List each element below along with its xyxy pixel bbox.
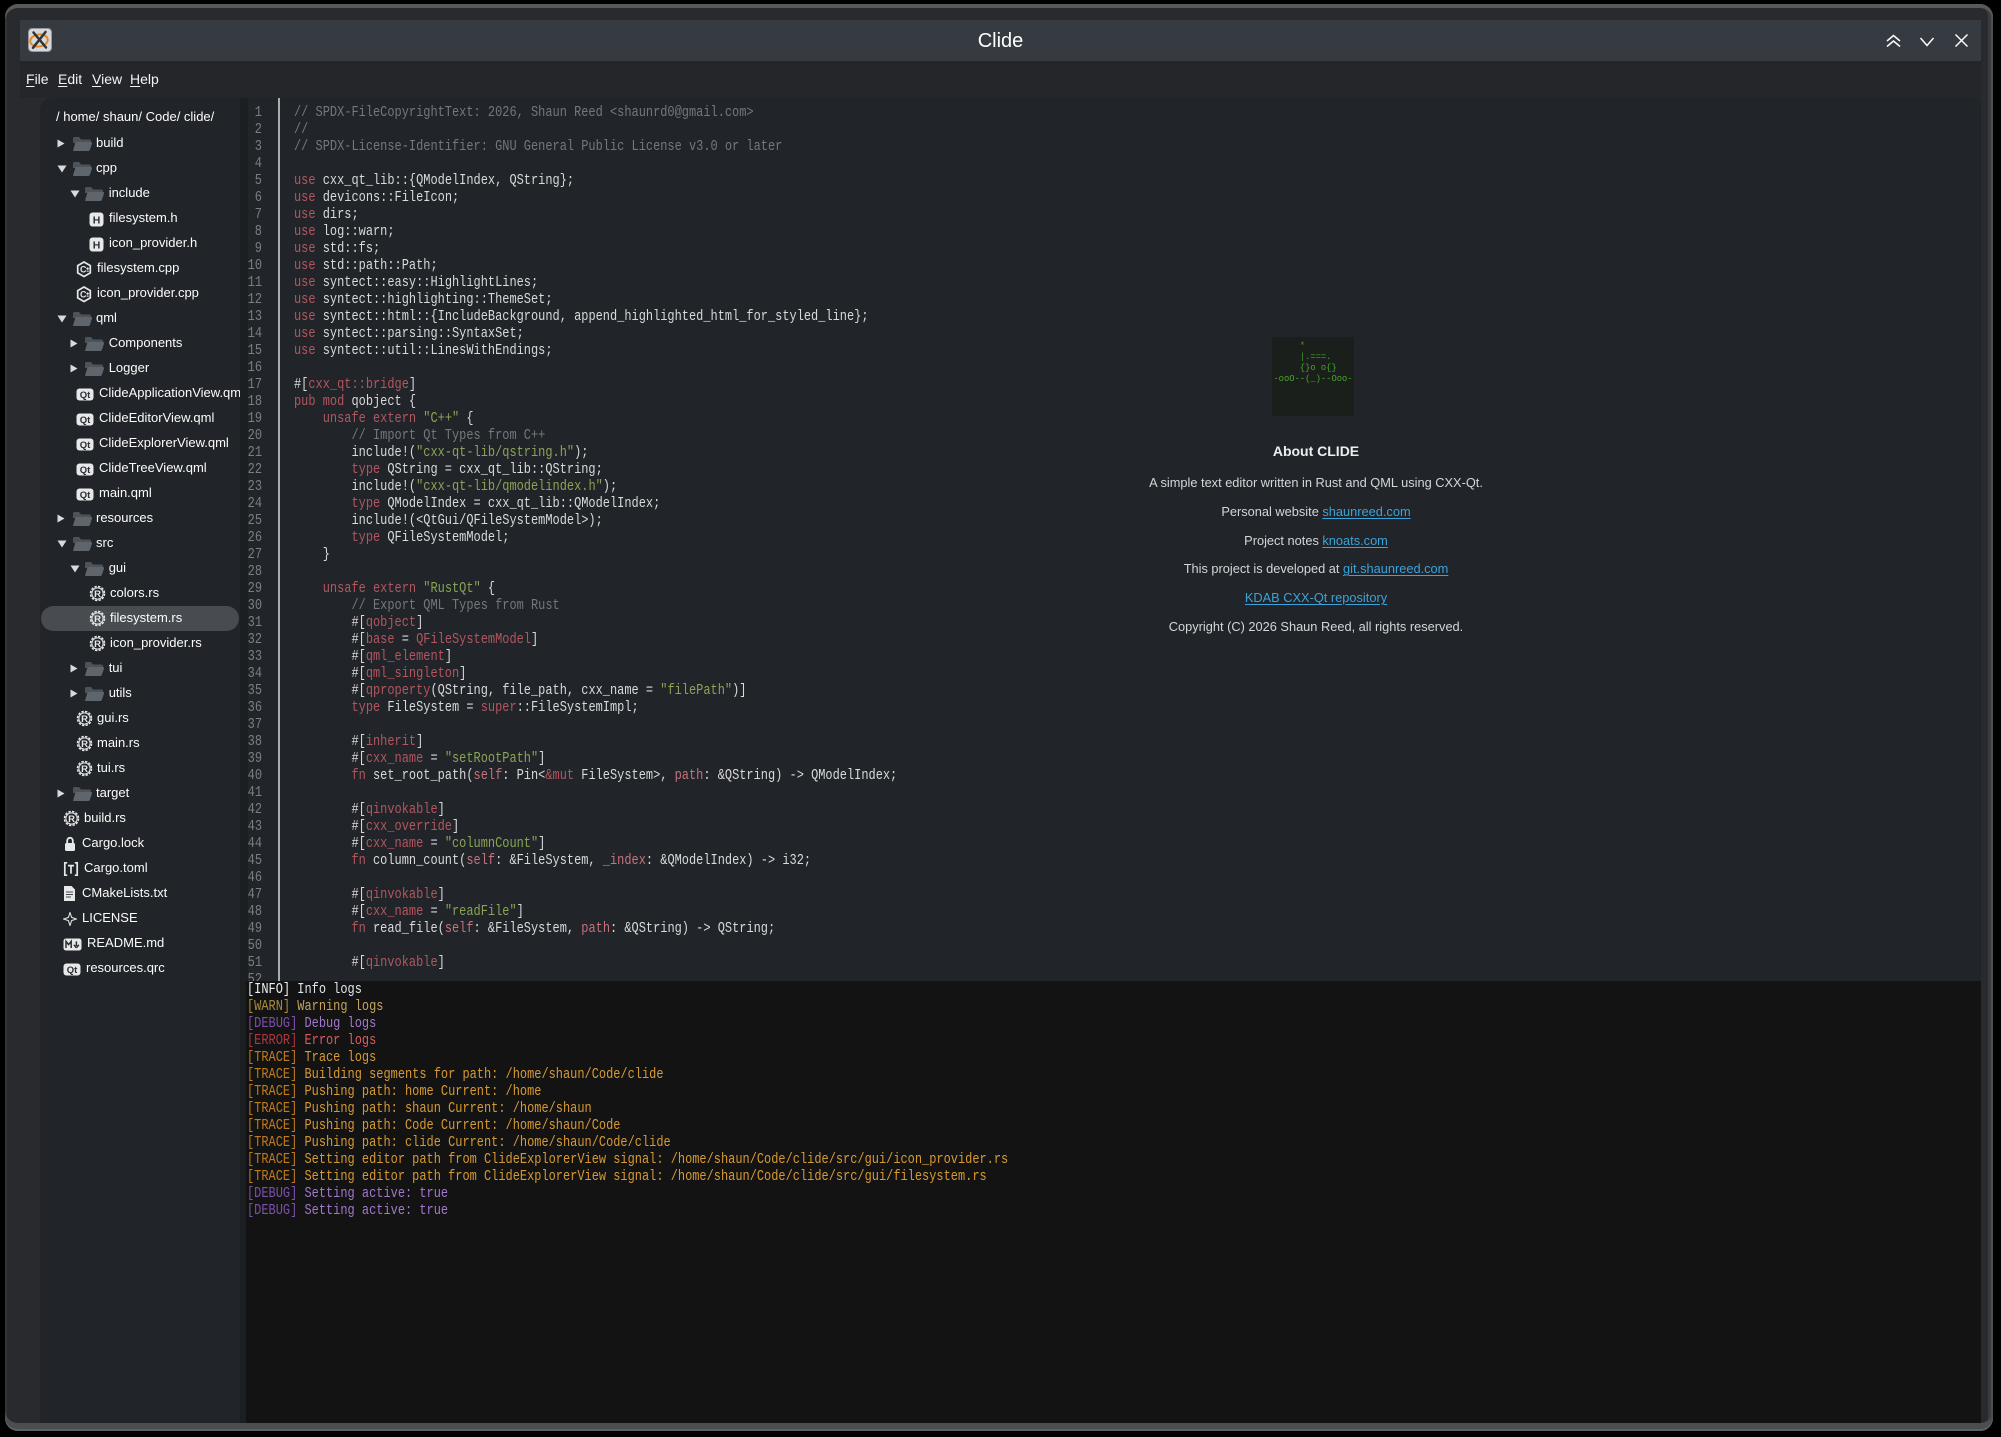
svg-text:R: R xyxy=(94,639,101,650)
svg-text:H: H xyxy=(93,239,101,251)
svg-text:H: H xyxy=(93,214,101,226)
svg-text:Qt: Qt xyxy=(67,965,78,976)
svg-text:R: R xyxy=(81,714,88,725)
svg-text:Qt: Qt xyxy=(80,415,91,426)
svg-text:R: R xyxy=(94,589,101,600)
svg-text:R: R xyxy=(81,739,88,750)
svg-text:Qt: Qt xyxy=(80,390,91,401)
svg-text:C: C xyxy=(80,289,87,299)
svg-text:R: R xyxy=(68,814,75,825)
svg-text:Qt: Qt xyxy=(80,440,91,451)
svg-text:R: R xyxy=(81,764,88,775)
svg-text:Qt: Qt xyxy=(80,490,91,501)
svg-text:C: C xyxy=(80,264,87,274)
svg-text:R: R xyxy=(94,614,101,625)
svg-text:Qt: Qt xyxy=(80,465,91,476)
